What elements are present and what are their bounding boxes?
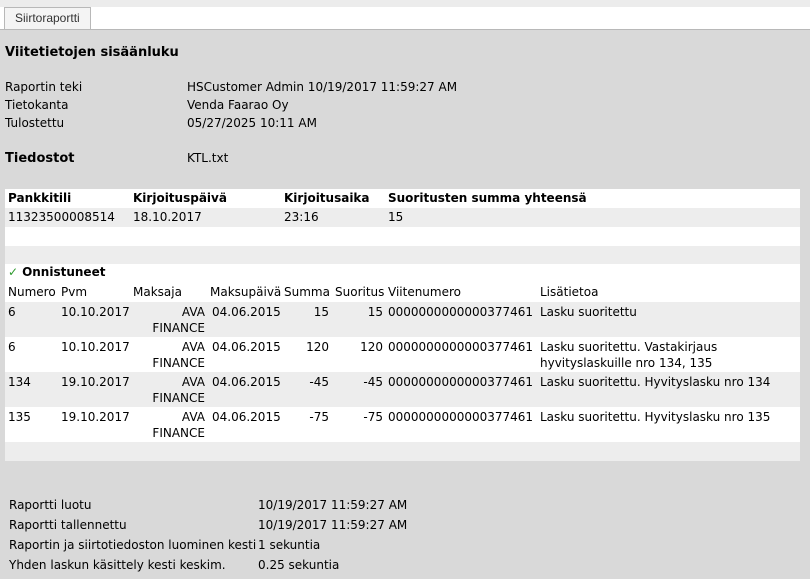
cell-summa: 15 bbox=[313, 305, 329, 319]
tab-siirtoraportti[interactable]: Siirtoraportti bbox=[4, 7, 91, 29]
cell-maksaja-line1: AVA bbox=[181, 340, 205, 354]
cell-summa: 120 bbox=[306, 340, 329, 354]
footer-label-saved: Raportti tallennettu bbox=[9, 518, 127, 532]
cell-viitenumero: 0000000000000377461 bbox=[388, 410, 534, 424]
footer-label-duration: Raportin ja siirtotiedoston luominen kes… bbox=[9, 538, 257, 552]
cell-pvm: 19.10.2017 bbox=[61, 375, 130, 389]
cell-numero: 6 bbox=[8, 305, 16, 319]
cell-viitenumero: 0000000000000377461 bbox=[388, 340, 534, 354]
footer-value-created: 10/19/2017 11:59:27 AM bbox=[258, 498, 408, 512]
cell-suoritus: 15 bbox=[367, 305, 383, 319]
footer-value-avg: 0.25 sekuntia bbox=[258, 558, 340, 572]
info-value-database: Venda Faarao Oy bbox=[187, 98, 289, 112]
tab-bar: Siirtoraportti bbox=[0, 7, 810, 30]
cell-maksaja-line2: FINANCE bbox=[152, 391, 205, 405]
summary-header-write-time: Kirjoitusaika bbox=[284, 191, 370, 205]
table-row: 135 19.10.2017 AVA FINANCE 04.06.2015 -7… bbox=[5, 407, 800, 442]
summary-header-total: Suoritusten summa yhteensä bbox=[388, 191, 587, 205]
cell-maksaja-line1: AVA bbox=[181, 410, 205, 424]
cell-suoritus: 120 bbox=[360, 340, 383, 354]
info-value-printed: 05/27/2025 10:11 AM bbox=[187, 116, 317, 130]
summary-total: 15 bbox=[388, 210, 404, 224]
cell-suoritus: -75 bbox=[363, 410, 383, 424]
report-table-panel: Pankkitili Kirjoituspäivä Kirjoitusaika … bbox=[5, 189, 800, 461]
info-label-author: Raportin teki bbox=[5, 80, 83, 94]
cell-lisatietoa-line1: Lasku suoritettu. Vastakirjaus bbox=[540, 340, 718, 354]
cell-numero: 6 bbox=[8, 340, 16, 354]
header-suoritus: Suoritus bbox=[335, 285, 385, 299]
summary-write-date: 18.10.2017 bbox=[133, 210, 202, 224]
cell-maksupaiva: 04.06.2015 bbox=[212, 375, 281, 389]
info-value-author: HSCustomer Admin 10/19/2017 11:59:27 AM bbox=[187, 80, 458, 94]
cell-pvm: 10.10.2017 bbox=[61, 305, 130, 319]
table-row: 6 10.10.2017 AVA FINANCE 04.06.2015 120 … bbox=[5, 337, 800, 372]
success-label: Onnistuneet bbox=[22, 265, 106, 279]
summary-header-row: Pankkitili Kirjoituspäivä Kirjoitusaika … bbox=[5, 191, 800, 208]
cell-maksupaiva: 04.06.2015 bbox=[212, 410, 281, 424]
info-label-printed: Tulostettu bbox=[5, 116, 65, 130]
cell-viitenumero: 0000000000000377461 bbox=[388, 305, 534, 319]
files-label: Tiedostot bbox=[5, 151, 75, 166]
checkmark-icon: ✓ bbox=[8, 265, 19, 279]
header-numero: Numero bbox=[8, 285, 56, 299]
report-title: Viitetietojen sisäänluku bbox=[5, 45, 179, 60]
files-value: KTL.txt bbox=[187, 151, 229, 165]
spacer-row bbox=[5, 442, 800, 461]
cell-maksaja-line1: AVA bbox=[181, 375, 205, 389]
footer-label-created: Raportti luotu bbox=[9, 498, 92, 512]
summary-header-account: Pankkitili bbox=[8, 191, 72, 205]
cell-lisatietoa-line1: Lasku suoritettu. Hyvityslasku nro 135 bbox=[540, 410, 771, 424]
cell-maksupaiva: 04.06.2015 bbox=[212, 305, 281, 319]
cell-viitenumero: 0000000000000377461 bbox=[388, 375, 534, 389]
cell-numero: 134 bbox=[8, 375, 31, 389]
header-lisatietoa: Lisätietoa bbox=[540, 285, 599, 299]
footer-value-saved: 10/19/2017 11:59:27 AM bbox=[258, 518, 408, 532]
cell-lisatietoa-line2: hyvityslaskuille nro 134, 135 bbox=[540, 356, 713, 370]
cell-maksupaiva: 04.06.2015 bbox=[212, 340, 281, 354]
cell-lisatietoa-line1: Lasku suoritettu. Hyvityslasku nro 134 bbox=[540, 375, 771, 389]
cell-pvm: 10.10.2017 bbox=[61, 340, 130, 354]
summary-header-write-date: Kirjoituspäivä bbox=[133, 191, 227, 205]
report-content: Viitetietojen sisäänluku Raportin teki H… bbox=[0, 30, 810, 579]
table-row: 134 19.10.2017 AVA FINANCE 04.06.2015 -4… bbox=[5, 372, 800, 407]
cell-maksaja-line2: FINANCE bbox=[152, 356, 205, 370]
info-label-database: Tietokanta bbox=[5, 98, 69, 112]
cell-maksaja-line2: FINANCE bbox=[152, 426, 205, 440]
cell-summa: -75 bbox=[309, 410, 329, 424]
spacer-row bbox=[5, 227, 800, 246]
cell-numero: 135 bbox=[8, 410, 31, 424]
footer-label-avg: Yhden laskun käsittely kesti keskim. bbox=[9, 558, 226, 572]
cell-suoritus: -45 bbox=[363, 375, 383, 389]
cell-summa: -45 bbox=[309, 375, 329, 389]
header-maksaja: Maksaja bbox=[133, 285, 182, 299]
summary-row: 11323500008514 18.10.2017 23:16 15 bbox=[5, 208, 800, 227]
cell-pvm: 19.10.2017 bbox=[61, 410, 130, 424]
header-maksupaiva: Maksupäivä bbox=[210, 285, 282, 299]
footer-value-duration: 1 sekuntia bbox=[258, 538, 321, 552]
cell-lisatietoa-line1: Lasku suoritettu bbox=[540, 305, 637, 319]
cell-maksaja-line2: FINANCE bbox=[152, 321, 205, 335]
detail-header-row: Numero Pvm Maksaja Maksupäivä Summa Suor… bbox=[5, 285, 800, 302]
cell-maksaja-line1: AVA bbox=[181, 305, 205, 319]
header-pvm: Pvm bbox=[61, 285, 88, 299]
success-section-heading: ✓ Onnistuneet bbox=[8, 265, 105, 279]
spacer-row bbox=[5, 246, 800, 264]
summary-write-time: 23:16 bbox=[284, 210, 319, 224]
header-viitenumero: Viitenumero bbox=[388, 285, 461, 299]
header-summa: Summa bbox=[284, 285, 330, 299]
table-row: 6 10.10.2017 AVA FINANCE 04.06.2015 15 1… bbox=[5, 302, 800, 337]
summary-account: 11323500008514 bbox=[8, 210, 115, 224]
